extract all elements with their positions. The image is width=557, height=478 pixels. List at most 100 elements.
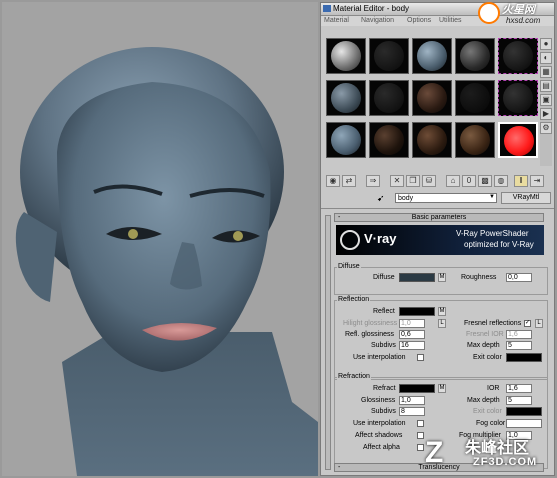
- show-end-result-icon[interactable]: ◍: [494, 175, 508, 187]
- reflect-map-button[interactable]: M: [438, 307, 446, 316]
- affect-shadows-label: Affect shadows: [355, 432, 403, 439]
- background-icon[interactable]: ▦: [540, 66, 552, 78]
- refl-exit-color-label: Exit color: [473, 354, 502, 361]
- fresnel-lock-button[interactable]: L: [535, 319, 543, 328]
- sample-slot[interactable]: [455, 80, 495, 116]
- vray-brand: V·ray: [364, 231, 397, 246]
- refr-maxdepth-spinner[interactable]: 5: [506, 396, 532, 405]
- go-to-parent-icon[interactable]: ‖: [514, 175, 528, 187]
- refl-subdivs-label: Subdivs: [371, 342, 396, 349]
- vray-banner: V·ray V-Ray PowerShader optimized for V-…: [336, 225, 544, 255]
- watermark-bottom: Z 朱峰社区 ZF3D.COM: [425, 432, 555, 476]
- refraction-group-label: Refraction: [337, 373, 371, 380]
- roughness-label: Roughness: [461, 274, 497, 281]
- watermark-top-cn: 火星网: [502, 4, 535, 16]
- pick-material-icon[interactable]: ➹: [377, 193, 387, 203]
- put-to-library-icon[interactable]: ⌂: [446, 175, 460, 187]
- sample-slot[interactable]: [498, 38, 538, 74]
- make-preview-icon[interactable]: ▶: [540, 108, 552, 120]
- reflect-color-swatch[interactable]: [399, 307, 435, 316]
- watermark-top-url: hxsd.com: [506, 16, 541, 25]
- show-map-icon[interactable]: ▩: [478, 175, 492, 187]
- sample-slot[interactable]: [369, 122, 409, 158]
- head-render: [15, 47, 318, 476]
- diffuse-group-label: Diffuse: [337, 263, 361, 270]
- get-material-icon[interactable]: ◉: [326, 175, 340, 187]
- backlight-icon[interactable]: ◐: [540, 52, 552, 64]
- refl-glossiness-label: Refl. glossiness: [345, 331, 395, 338]
- sample-slot[interactable]: [412, 122, 452, 158]
- sample-type-icon[interactable]: ●: [540, 38, 552, 50]
- menu-navigation[interactable]: Navigation: [361, 17, 394, 24]
- reflection-group-label: Reflection: [337, 296, 371, 303]
- hilight-glossiness-spinner[interactable]: 1,0: [399, 319, 425, 328]
- fresnel-checkbox[interactable]: ✓: [524, 320, 531, 327]
- refract-color-swatch[interactable]: [399, 384, 435, 393]
- watermark-bottom-url: ZF3D.COM: [473, 456, 538, 468]
- refr-subdivs-spinner[interactable]: 8: [399, 407, 425, 416]
- fresnel-label: Fresnel reflections: [464, 320, 522, 327]
- sample-slot-active[interactable]: [498, 122, 538, 158]
- material-type-button[interactable]: VRayMtl: [501, 192, 551, 204]
- diffuse-map-button[interactable]: M: [438, 273, 446, 282]
- watermark-z-logo-icon: Z: [425, 436, 444, 469]
- assign-material-icon[interactable]: ⇒: [366, 175, 380, 187]
- diffuse-color-swatch[interactable]: [399, 273, 435, 282]
- video-check-icon[interactable]: ▣: [540, 94, 552, 106]
- sample-slot[interactable]: [455, 122, 495, 158]
- put-to-scene-icon[interactable]: ⇄: [342, 175, 356, 187]
- copy-material-icon[interactable]: ❐: [406, 175, 420, 187]
- banner-title: V-Ray PowerShader: [456, 229, 529, 238]
- ior-spinner[interactable]: 1,6: [506, 384, 532, 393]
- refl-interp-checkbox[interactable]: [417, 354, 424, 361]
- refl-interp-label: Use interpolation: [353, 354, 406, 361]
- material-name: body: [398, 195, 414, 202]
- affect-alpha-label: Affect alpha: [363, 444, 400, 451]
- refract-map-button[interactable]: M: [438, 384, 446, 393]
- viewport-render[interactable]: [2, 2, 318, 476]
- roughness-spinner[interactable]: 0,0: [506, 273, 532, 282]
- sample-slot[interactable]: [326, 122, 366, 158]
- refl-glossiness-spinner[interactable]: 0,6: [399, 330, 425, 339]
- menu-options[interactable]: Options: [407, 17, 431, 24]
- material-editor-window: Material Editor - body Material Navigati…: [320, 2, 555, 476]
- uv-tiling-icon[interactable]: ▤: [540, 80, 552, 92]
- fog-color-swatch[interactable]: [506, 419, 542, 428]
- material-id-icon[interactable]: 0: [462, 175, 476, 187]
- sample-slot[interactable]: [455, 38, 495, 74]
- menu-material[interactable]: Material: [324, 17, 349, 24]
- refl-exit-color-swatch[interactable]: [506, 353, 542, 362]
- rollout-basic-parameters[interactable]: - Basic parameters: [334, 213, 544, 222]
- fog-color-label: Fog color: [476, 420, 506, 427]
- material-name-dropdown[interactable]: body ▼: [395, 193, 497, 203]
- affect-alpha-checkbox[interactable]: [417, 444, 424, 451]
- sample-slot[interactable]: [369, 38, 409, 74]
- fresnel-ior-spinner[interactable]: 1,6: [506, 330, 532, 339]
- sample-slot[interactable]: [498, 80, 538, 116]
- refl-maxdepth-spinner[interactable]: 5: [506, 341, 532, 350]
- go-forward-icon[interactable]: ⇥: [530, 175, 544, 187]
- side-toolbar: ● ◐ ▦ ▤ ▣ ▶ ⚙: [540, 38, 552, 166]
- hilight-glossiness-label: Hilight glossiness: [343, 320, 398, 327]
- sample-slot[interactable]: [412, 38, 452, 74]
- reflect-label: Reflect: [373, 308, 395, 315]
- reset-icon[interactable]: ✕: [390, 175, 404, 187]
- make-unique-icon[interactable]: ⛁: [422, 175, 436, 187]
- watermark-logo-icon: [478, 2, 500, 24]
- refract-label: Refract: [373, 385, 396, 392]
- chevron-down-icon: ▼: [489, 194, 495, 200]
- panel-scrollbar[interactable]: [325, 215, 331, 470]
- refr-interp-checkbox[interactable]: [417, 420, 424, 427]
- sample-slot[interactable]: [326, 38, 366, 74]
- refr-glossiness-spinner[interactable]: 1,0: [399, 396, 425, 405]
- ior-label: IOR: [487, 385, 500, 392]
- affect-shadows-checkbox[interactable]: [417, 432, 424, 439]
- options-icon[interactable]: ⚙: [540, 122, 552, 134]
- sample-slot[interactable]: [326, 80, 366, 116]
- refl-subdivs-spinner[interactable]: 16: [399, 341, 425, 350]
- refr-exit-color-swatch[interactable]: [506, 407, 542, 416]
- main-toolbar: ◉ ⇄ ⇒ ✕ ❐ ⛁ ⌂ 0 ▩ ◍ ‖ ⇥: [326, 175, 552, 189]
- lock-button[interactable]: L: [438, 319, 446, 328]
- sample-slot[interactable]: [412, 80, 452, 116]
- sample-slot[interactable]: [369, 80, 409, 116]
